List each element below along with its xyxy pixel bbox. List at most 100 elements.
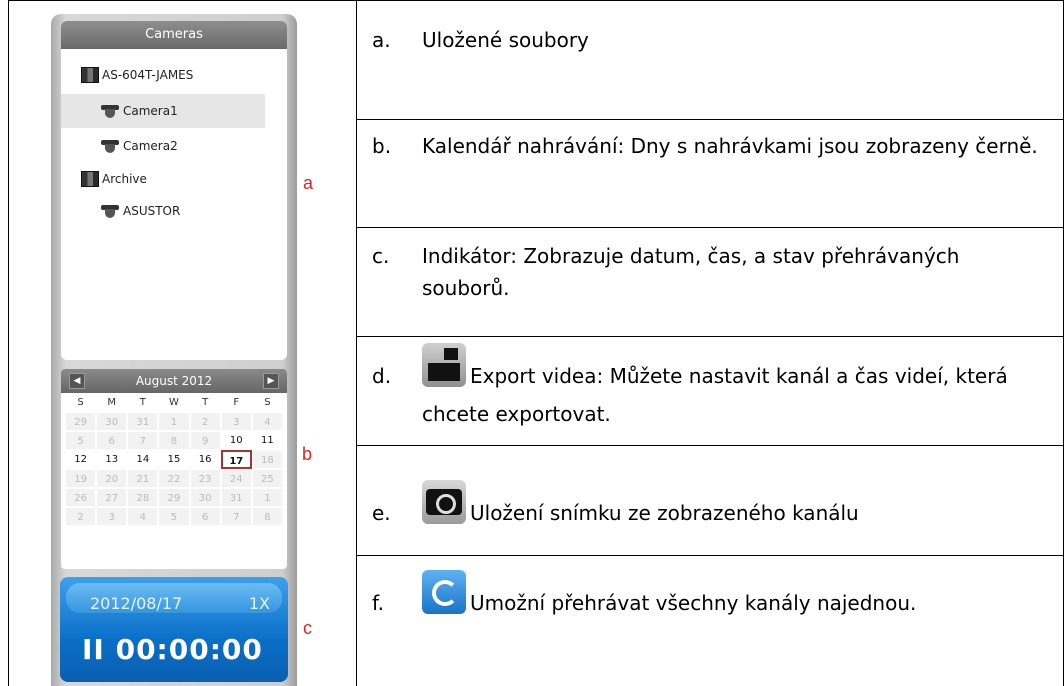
cameras-box: Cameras AS-604T-JAMES Camera1 Camera2 Ar… (61, 21, 287, 360)
row-text: Kalendář nahrávání: Dny s nahrávkami jso… (422, 134, 1038, 158)
calendar-day[interactable]: 29 (65, 412, 97, 431)
tree-item-asustor[interactable]: ASUSTOR (101, 204, 180, 218)
calendar-day-today[interactable]: 17 (220, 450, 252, 469)
calendar-day[interactable]: 5 (65, 431, 97, 450)
camera-icon (101, 139, 119, 153)
weekday-header: T (202, 397, 209, 408)
calendar-day[interactable]: 31 (127, 412, 159, 431)
calendar-day[interactable]: 29 (158, 488, 190, 507)
marker-b: b (302, 444, 313, 464)
calendar-grid: S M T W T F S 29 30 31 1 2 3 4 5 6 7 8 9 10 11 12 13 14 15 16 17 18… (61, 393, 287, 526)
calendar-day[interactable]: 12 (65, 450, 96, 469)
calendar-day[interactable]: 8 (251, 507, 283, 526)
calendar-day[interactable]: 1 (158, 412, 190, 431)
row-d: d. Export videa: Můžete nastavit kanál a … (372, 343, 1052, 433)
weekday-header: M (107, 397, 117, 408)
table-column-divider (356, 0, 357, 686)
indicator-time: II 00:00:00 (82, 633, 263, 666)
server-icon (81, 171, 99, 187)
row-label: b. (372, 134, 392, 158)
calendar-day[interactable]: 15 (158, 450, 189, 469)
row-divider (356, 445, 1063, 446)
calendar-day[interactable]: 18 (251, 450, 283, 469)
calendar-day[interactable]: 14 (127, 450, 158, 469)
calendar-day[interactable]: 9 (189, 431, 221, 450)
sync-playback-icon (422, 570, 466, 614)
row-e: e. Uložení snímku ze zobrazeného kanálu (372, 480, 1052, 529)
camera-icon (101, 104, 119, 118)
calendar-day[interactable]: 30 (189, 488, 221, 507)
indicator-date: 2012/08/17 (90, 594, 183, 613)
tree-item-label: ASUSTOR (123, 204, 181, 218)
indicator-speed: 1X (248, 594, 270, 613)
row-text: Umožní přehrávat všechny kanály najednou… (470, 591, 917, 615)
row-text: Export videa: Můžete nastavit kanál a ča… (422, 364, 1008, 426)
calendar-day[interactable]: 7 (127, 431, 159, 450)
calendar-day[interactable]: 4 (127, 507, 159, 526)
tree-item-archive[interactable]: Archive (81, 171, 147, 187)
row-divider (356, 227, 1063, 228)
tree-item-server[interactable]: AS-604T-JAMES (81, 67, 193, 83)
weekday-header: T (139, 397, 146, 408)
next-month-button[interactable]: ▶ (262, 373, 279, 389)
calendar-day[interactable]: 7 (220, 507, 252, 526)
tree-item-camera2[interactable]: Camera2 (101, 139, 178, 153)
calendar-day[interactable]: 6 (189, 507, 221, 526)
marker-a: a (303, 173, 314, 193)
table-border-top (8, 0, 1064, 1)
calendar-day[interactable]: 24 (220, 469, 252, 488)
row-divider (356, 555, 1063, 556)
camera-icon (101, 204, 119, 218)
calendar-day[interactable]: 1 (251, 488, 283, 507)
tree-item-label: Camera2 (123, 139, 178, 153)
playback-indicator: 2012/08/17 1X II 00:00:00 (60, 577, 288, 682)
calendar-day[interactable]: 20 (96, 469, 128, 488)
row-divider (356, 119, 1063, 120)
row-label: d. (372, 364, 392, 388)
calendar-day[interactable]: 31 (220, 488, 252, 507)
calendar-day[interactable]: 4 (251, 412, 283, 431)
calendar-day[interactable]: 28 (127, 488, 159, 507)
calendar-day[interactable]: 21 (127, 469, 159, 488)
snapshot-camera-icon (422, 480, 466, 524)
row-label: c. (372, 244, 390, 268)
recording-calendar: ◀ August 2012 ▶ S M T W T F S 29 30 31 1 2 3 4 5 6 7 8 9 10… (61, 369, 287, 569)
calendar-day[interactable]: 3 (96, 507, 128, 526)
calendar-day[interactable]: 8 (158, 431, 190, 450)
calendar-day[interactable]: 22 (158, 469, 190, 488)
row-label: f. (372, 591, 384, 615)
prev-month-button[interactable]: ◀ (69, 373, 85, 389)
calendar-day[interactable]: 23 (189, 469, 221, 488)
tree-item-label: Archive (102, 172, 147, 186)
calendar-day[interactable]: 26 (65, 488, 97, 507)
export-video-icon (422, 343, 466, 387)
calendar-day[interactable]: 6 (96, 431, 128, 450)
calendar-day[interactable]: 27 (96, 488, 128, 507)
server-icon (81, 67, 99, 83)
calendar-day[interactable]: 3 (220, 412, 252, 431)
row-text: Indikátor: Zobrazuje datum, čas, a stav … (422, 244, 960, 300)
weekday-header: S (77, 397, 84, 408)
calendar-day[interactable]: 10 (221, 431, 252, 450)
tree-item-label: AS-604T-JAMES (102, 68, 194, 82)
row-text: Uložené soubory (422, 28, 589, 52)
calendar-day[interactable]: 2 (65, 507, 97, 526)
row-b: b. Kalendář nahrávání: Dny s nahrávkami j… (372, 130, 1042, 162)
calendar-day[interactable]: 13 (96, 450, 127, 469)
row-divider (356, 336, 1063, 337)
calendar-day[interactable]: 25 (251, 469, 283, 488)
weekday-header: F (233, 397, 240, 408)
cameras-title: Cameras (61, 21, 287, 49)
calendar-day[interactable]: 11 (252, 431, 283, 450)
calendar-month-label: August 2012 (135, 374, 213, 388)
calendar-day[interactable]: 2 (189, 412, 221, 431)
table-border-left (8, 0, 9, 686)
row-text: Uložení snímku ze zobrazeného kanálu (470, 501, 859, 525)
playback-side-panel: Cameras AS-604T-JAMES Camera1 Camera2 Ar… (51, 14, 297, 686)
row-c: c. Indikátor: Zobrazuje datum, čas, a sta… (372, 240, 992, 304)
calendar-day[interactable]: 19 (65, 469, 97, 488)
calendar-day[interactable]: 30 (96, 412, 128, 431)
tree-item-camera1[interactable]: Camera1 (61, 94, 265, 128)
calendar-day[interactable]: 5 (158, 507, 190, 526)
calendar-day[interactable]: 16 (190, 450, 221, 469)
